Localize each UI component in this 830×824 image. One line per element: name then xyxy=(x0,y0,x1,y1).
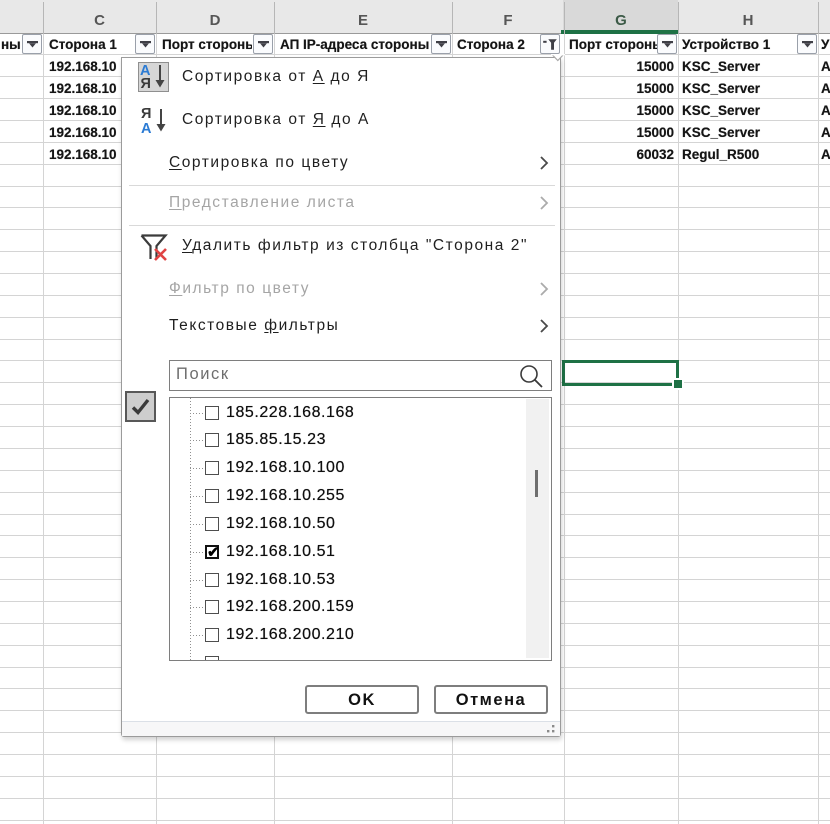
svg-text:Я: Я xyxy=(141,106,151,122)
svg-text:А: А xyxy=(141,121,152,135)
svg-text:Я: Я xyxy=(141,76,151,90)
